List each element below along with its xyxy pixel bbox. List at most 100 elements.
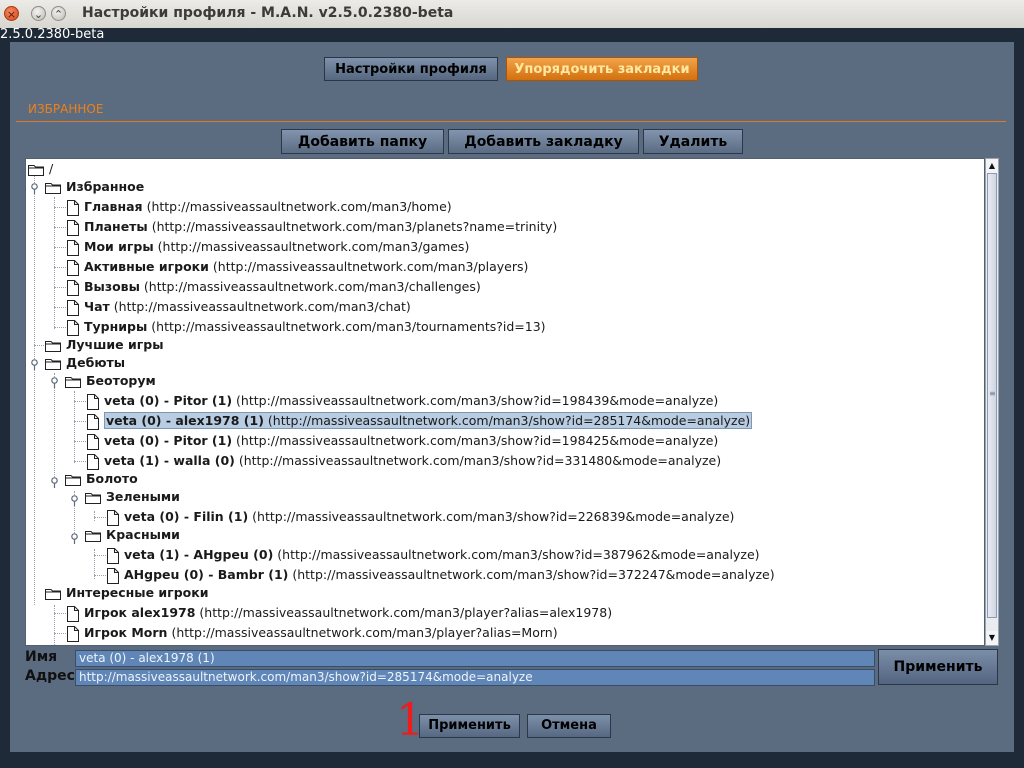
tree-connector	[74, 421, 86, 422]
tree-connector	[54, 327, 66, 328]
folder-boloto[interactable]: Болото	[65, 469, 138, 489]
tree-connector	[94, 517, 106, 518]
bookmark-url: (http://massiveassaultnetwork.com/man3/h…	[146, 199, 452, 214]
folder-best-games[interactable]: Лучшие игры	[45, 335, 164, 355]
section-title: ИЗБРАННОЕ	[28, 102, 104, 116]
bookmark-item[interactable]: veta (1) - walla (0) (http://massiveassa…	[87, 451, 721, 471]
folder-favorites[interactable]: Избранное	[45, 177, 144, 197]
bookmark-name: AHgpeu (0) - Bambr (1)	[124, 567, 289, 582]
folder-debuts[interactable]: Дебюты	[45, 353, 125, 373]
window-minimize-button[interactable]: ⌄	[31, 6, 46, 21]
document-icon	[87, 413, 99, 430]
tree-scrollbar[interactable]: ▲ ≡ ▼	[985, 158, 999, 646]
name-label: Имя	[25, 649, 58, 665]
cancel-button[interactable]: Отмена	[527, 714, 611, 738]
document-icon	[67, 319, 79, 336]
tree-connector	[94, 511, 95, 521]
bookmark-item[interactable]: Главная (http://massiveassaultnetwork.co…	[67, 197, 452, 217]
bookmark-item[interactable]: veta (0) - Filin (1) (http://massiveassa…	[107, 507, 734, 527]
document-icon	[87, 433, 99, 450]
tree-root[interactable]: /	[28, 159, 53, 179]
bookmark-item[interactable]: Турниры (http://massiveassaultnetwork.co…	[67, 317, 546, 337]
bookmark-item[interactable]: Вызовы (http://massiveassaultnetwork.com…	[67, 277, 481, 297]
document-icon	[67, 199, 79, 216]
scrollbar-thumb[interactable]: ≡	[987, 173, 997, 618]
tree-connector	[54, 605, 55, 645]
bookmark-item[interactable]: veta (0) - Pitor (1) (http://massiveassa…	[87, 431, 718, 451]
bookmark-item[interactable]: Игрок alex1978 (http://massiveassaultnet…	[67, 603, 612, 623]
folder-green[interactable]: Зелеными	[85, 487, 180, 507]
document-icon	[87, 453, 99, 470]
bookmark-name: veta (0) - Pitor (1)	[104, 393, 233, 408]
tree-connector	[94, 575, 106, 576]
folder-icon	[28, 164, 44, 176]
document-icon	[67, 605, 79, 622]
collapse-toggle-icon[interactable]	[50, 377, 59, 389]
window-titlebar: × ⌄ ⌃ Настройки профиля - M.A.N. v2.5.0.…	[0, 0, 1024, 29]
bookmark-item[interactable]: Чат (http://massiveassaultnetwork.com/ma…	[67, 297, 411, 317]
tree-connector	[74, 441, 86, 442]
bookmark-item[interactable]: Планеты (http://massiveassaultnetwork.co…	[67, 217, 557, 237]
scroll-down-icon[interactable]: ▼	[986, 631, 998, 645]
folder-label: Дебюты	[66, 355, 126, 370]
bookmark-item[interactable]: veta (1) - AHgpeu (0) (http://massiveass…	[107, 545, 760, 565]
add-folder-button[interactable]: Добавить папку	[281, 129, 444, 154]
tab-organize-bookmarks[interactable]: Упорядочить закладки	[506, 57, 698, 81]
collapse-toggle-icon[interactable]	[70, 495, 79, 507]
bookmark-item[interactable]: Игрок Morn (http://massiveassaultnetwork…	[67, 623, 558, 643]
bookmark-url: (http://massiveassaultnetwork.com/man3/s…	[236, 433, 719, 448]
address-label: Адрес	[25, 668, 75, 684]
bookmark-name: Планеты	[84, 219, 148, 234]
bookmark-name: veta (1) - walla (0)	[104, 453, 235, 468]
folder-interesting-players[interactable]: Интересные игроки	[45, 583, 209, 603]
folder-red[interactable]: Красными	[85, 525, 180, 545]
name-field[interactable]: veta (0) - alex1978 (1)	[75, 650, 875, 667]
document-icon	[87, 393, 99, 410]
bookmark-name: veta (0) - alex1978 (1)	[106, 413, 264, 428]
folder-icon	[45, 182, 61, 194]
bookmark-name: Игрок Morn	[84, 625, 168, 640]
bookmark-item[interactable]: AHgpeu (0) - Bambr (1) (http://massiveas…	[107, 565, 775, 585]
folder-label: Лучшие игры	[66, 337, 164, 352]
bookmark-url: (http://massiveassaultnetwork.com/man3/s…	[238, 453, 722, 468]
bookmark-item-selected[interactable]: veta (0) - alex1978 (1) (http://massivea…	[87, 411, 753, 431]
scroll-up-icon[interactable]: ▲	[986, 159, 998, 173]
tab-profile-settings[interactable]: Настройки профиля	[324, 57, 498, 81]
document-icon	[107, 509, 119, 526]
window-maximize-button[interactable]: ⌃	[51, 6, 66, 21]
tree-connector	[94, 555, 106, 556]
collapse-toggle-icon[interactable]	[30, 183, 39, 195]
collapse-toggle-icon[interactable]	[30, 359, 39, 371]
bookmark-name: Игрок alex1978	[84, 605, 196, 620]
bookmark-url: (http://massiveassaultnetwork.com/man3/s…	[236, 393, 719, 408]
bookmark-url: (http://massiveassaultnetwork.com/man3/c…	[143, 279, 481, 294]
document-icon	[107, 547, 119, 564]
bookmark-item[interactable]: Активные игроки (http://massiveassaultne…	[67, 257, 528, 277]
document-icon	[67, 219, 79, 236]
folder-label: Избранное	[66, 179, 145, 194]
bookmark-name: veta (0) - Filin (1)	[124, 509, 249, 524]
bookmark-url: (http://massiveassaultnetwork.com/man3/s…	[292, 567, 775, 582]
collapse-toggle-icon[interactable]	[50, 477, 59, 489]
bookmark-tree[interactable]: / Избранное Главная (http://massiveassau…	[25, 158, 985, 646]
delete-button[interactable]: Удалить	[643, 129, 743, 154]
bookmark-url: (http://massiveassaultnetwork.com/man3/s…	[252, 509, 735, 524]
window-close-button[interactable]: ×	[4, 6, 19, 21]
apply-button[interactable]: Применить	[419, 714, 520, 738]
folder-beotorum[interactable]: Беоторум	[65, 371, 156, 391]
address-field[interactable]: http://massiveassaultnetwork.com/man3/sh…	[75, 669, 875, 686]
document-icon	[67, 299, 79, 316]
tree-connector	[54, 197, 55, 329]
apply-field-button[interactable]: Применить	[878, 649, 998, 685]
folder-icon	[45, 340, 61, 352]
add-bookmark-button[interactable]: Добавить закладку	[448, 129, 639, 154]
bookmark-url: (http://massiveassaultnetwork.com/man3/c…	[113, 299, 411, 314]
document-icon	[67, 259, 79, 276]
bookmark-url: (http://massiveassaultnetwork.com/man3/g…	[157, 239, 470, 254]
collapse-toggle-icon[interactable]	[70, 533, 79, 545]
bookmark-item[interactable]: veta (0) - Pitor (1) (http://massiveassa…	[87, 391, 718, 411]
tree-connector	[34, 175, 35, 605]
bookmark-item[interactable]: Мои игры (http://massiveassaultnetwork.c…	[67, 237, 469, 257]
folder-icon	[45, 588, 61, 600]
folder-icon	[45, 358, 61, 370]
